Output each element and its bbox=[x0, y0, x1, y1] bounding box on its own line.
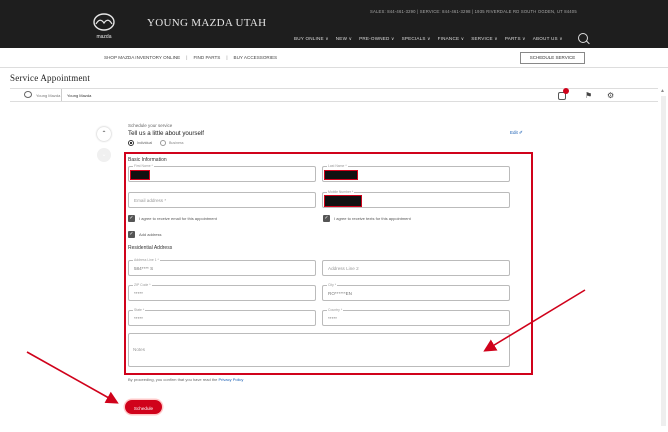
email-placeholder: Email address * bbox=[134, 198, 167, 203]
add-address-label: Add address bbox=[139, 232, 162, 237]
radio-business[interactable] bbox=[160, 140, 166, 146]
zip-code-field[interactable]: ZIP Code * ***** bbox=[128, 283, 316, 301]
radio-business-label: Business bbox=[169, 141, 184, 145]
nav-pre-owned[interactable]: PRE-OWNED ∨ bbox=[359, 36, 394, 42]
nav-new[interactable]: NEW ∨ bbox=[336, 36, 352, 42]
nav-finance[interactable]: FINANCE ∨ bbox=[438, 36, 465, 42]
divider bbox=[0, 67, 668, 68]
subnav-shop-inventory[interactable]: SHOP MAZDA INVENTORY ONLINE bbox=[104, 55, 180, 60]
nav-parts[interactable]: PARTS ∨ bbox=[505, 36, 526, 42]
next-step-button[interactable]: ⌄ bbox=[97, 148, 111, 162]
schedule-button[interactable]: Schedule bbox=[125, 400, 162, 414]
sub-nav: SHOP MAZDA INVENTORY ONLINE | FIND PARTS… bbox=[104, 55, 277, 60]
subnav-find-parts[interactable]: FIND PARTS bbox=[193, 55, 220, 60]
first-name-field[interactable]: First Name * bbox=[128, 164, 316, 182]
country-label: Country * bbox=[327, 308, 344, 312]
flag-icon[interactable]: ⚑ bbox=[585, 91, 592, 100]
scroll-up-arrow-icon[interactable]: ▲ bbox=[660, 88, 665, 94]
privacy-consent-text: By proceeding, you confirm that you have… bbox=[128, 377, 243, 382]
redacted-last-name bbox=[324, 170, 358, 180]
address-line-2-field[interactable]: Address Line 2 bbox=[322, 260, 510, 276]
state-label: State * bbox=[133, 308, 146, 312]
edit-link[interactable]: Edit ✐ bbox=[510, 130, 523, 136]
redacted-first-name bbox=[130, 170, 150, 180]
gear-icon[interactable]: ⚙ bbox=[607, 91, 616, 100]
state-field[interactable]: State * ***** bbox=[128, 308, 316, 326]
nav-about-us[interactable]: ABOUT US ∨ bbox=[533, 36, 563, 42]
search-icon[interactable] bbox=[578, 33, 588, 43]
nav-service[interactable]: SERVICE ∨ bbox=[471, 36, 498, 42]
notification-badge bbox=[563, 88, 569, 94]
email-consent-checkbox[interactable]: ✓ bbox=[128, 215, 135, 222]
country-field[interactable]: Country * ***** bbox=[322, 308, 510, 326]
address-line-1-label: Address Line 1 * bbox=[133, 258, 160, 262]
page-title: Service Appointment bbox=[10, 73, 91, 83]
mazda-logo-icon[interactable]: mazda bbox=[88, 9, 120, 41]
main-nav: BUY ONLINE ∨ NEW ∨ PRE-OWNED ∨ SPECIALS … bbox=[294, 36, 563, 42]
dealer-name[interactable]: YOUNG MAZDA UTAH bbox=[147, 17, 266, 29]
divider bbox=[61, 89, 62, 101]
subnav-buy-accessories[interactable]: BUY ACCESSORIES bbox=[234, 55, 278, 60]
brand-name: Young Mazda bbox=[36, 93, 61, 98]
address-line-1-value: 584**** S bbox=[134, 266, 154, 271]
privacy-policy-link[interactable]: Privacy Policy bbox=[219, 377, 244, 382]
subnav-divider: | bbox=[186, 55, 188, 60]
subnav-divider: | bbox=[226, 55, 228, 60]
dealer-selector[interactable]: Young Mazda bbox=[67, 93, 91, 98]
mobile-number-label: Mobile Number * bbox=[327, 190, 355, 194]
form-heading: Tell us a little about yourself bbox=[128, 130, 205, 137]
radio-individual[interactable] bbox=[128, 140, 134, 146]
brand-logo-icon bbox=[24, 91, 32, 98]
nav-specials[interactable]: SPECIALS ∨ bbox=[402, 36, 431, 42]
contact-info: SALES: 844-461-3290 | SERVICE: 844-461-3… bbox=[370, 9, 577, 14]
first-name-label: First Name * bbox=[133, 164, 154, 168]
notes-placeholder: Notes bbox=[133, 347, 146, 352]
svg-text:mazda: mazda bbox=[96, 34, 111, 40]
address-line-2-placeholder: Address Line 2 bbox=[328, 266, 359, 271]
previous-step-button[interactable]: ⌃ bbox=[97, 127, 111, 141]
scrollbar[interactable] bbox=[661, 96, 666, 426]
schedule-hint: Schedule your service bbox=[128, 123, 173, 128]
arrow-to-schedule-button bbox=[26, 351, 119, 404]
text-consent-checkbox[interactable]: ✓ bbox=[323, 215, 330, 222]
notes-textarea[interactable] bbox=[128, 333, 510, 367]
radio-individual-label: Individual bbox=[137, 141, 153, 145]
text-consent-label: I agree to receive texts for this appoin… bbox=[334, 216, 411, 221]
add-address-checkbox[interactable]: ✓ bbox=[128, 231, 135, 238]
email-field[interactable]: Email address * bbox=[128, 192, 316, 208]
schedule-service-button[interactable]: SCHEDULE SERVICE bbox=[520, 52, 585, 64]
country-value: ***** bbox=[328, 316, 337, 321]
zip-code-value: ***** bbox=[134, 291, 143, 296]
zip-code-label: ZIP Code * bbox=[133, 283, 152, 287]
state-value: ***** bbox=[134, 316, 143, 321]
last-name-label: Last Name * bbox=[327, 164, 348, 168]
city-value: RO******EN bbox=[328, 291, 352, 296]
residential-address-heading: Residential Address bbox=[128, 245, 173, 251]
address-line-1-field[interactable]: Address Line 1 * 584**** S bbox=[128, 258, 316, 276]
basic-info-heading: Basic Information bbox=[128, 157, 167, 163]
consent-text: By proceeding, you confirm that you have… bbox=[128, 377, 219, 382]
city-label: City * bbox=[327, 283, 338, 287]
redacted-mobile-number bbox=[324, 195, 362, 207]
city-field[interactable]: City * RO******EN bbox=[322, 283, 510, 301]
email-consent-label: I agree to receive email for this appoin… bbox=[139, 216, 217, 221]
nav-buy-online[interactable]: BUY ONLINE ∨ bbox=[294, 36, 329, 42]
